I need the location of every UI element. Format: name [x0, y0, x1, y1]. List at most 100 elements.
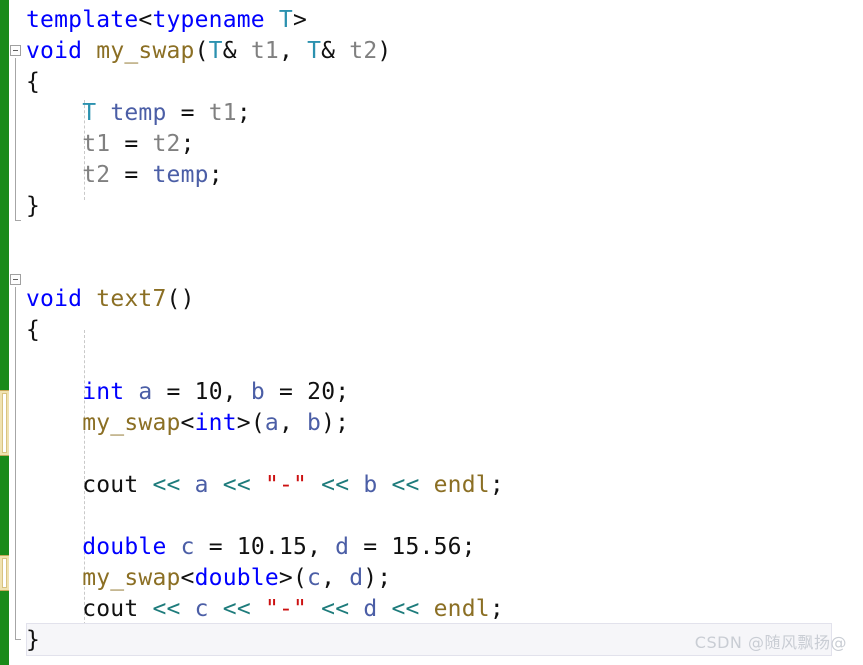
csdn-watermark: CSDN @随风飘扬@: [694, 633, 847, 652]
code-token-op: ;: [489, 472, 504, 498]
code-token-op: =: [166, 379, 181, 405]
code-token-op: &: [321, 38, 336, 64]
code-line[interactable]: void text7(): [0, 284, 195, 315]
code-line[interactable]: }: [0, 191, 40, 222]
code-token-brace: {: [26, 317, 41, 343]
code-line[interactable]: my_swap<int>(a, b);: [0, 408, 349, 439]
code-token-shift: <<: [321, 596, 350, 622]
code-token-loc: a: [138, 379, 153, 405]
code-line[interactable]: double c = 10.15, d = 15.56;: [0, 532, 476, 563]
code-token-kw: int: [82, 379, 125, 405]
code-token-op: ,: [278, 38, 308, 64]
code-token-kw: double: [82, 534, 167, 560]
code-token-shift: <<: [391, 472, 420, 498]
code-token-fn: my_swap: [82, 410, 181, 436]
code-token-plain: cout: [82, 596, 139, 622]
code-line[interactable]: cout << c << "-" << d << endl;: [0, 594, 504, 625]
code-line[interactable]: void my_swap(T& t1, T& t2): [0, 36, 391, 67]
code-token-shift: <<: [321, 472, 350, 498]
code-line[interactable]: [0, 253, 26, 284]
code-token-shift: <<: [222, 596, 251, 622]
code-token-op: <: [180, 410, 195, 436]
code-token-loc: temp: [152, 162, 209, 188]
code-token-loc: b: [250, 379, 265, 405]
code-token-plain: cout: [82, 472, 139, 498]
code-token-kw: typename: [152, 7, 265, 33]
code-token-op: ,: [278, 410, 308, 436]
code-token-op: ;: [335, 379, 350, 405]
code-token-op: ;: [180, 131, 195, 157]
code-token-type: T: [208, 38, 223, 64]
code-token-kw: void: [26, 286, 83, 312]
code-line[interactable]: int a = 10, b = 20;: [0, 377, 349, 408]
code-token-type: T: [278, 7, 293, 33]
code-line[interactable]: T temp = t1;: [0, 98, 251, 129]
code-line[interactable]: t1 = t2;: [0, 129, 195, 160]
code-token-op: ,: [321, 565, 350, 591]
code-token-op: (): [166, 286, 195, 312]
code-token-op: ;: [208, 162, 223, 188]
code-token-op: ,: [222, 379, 251, 405]
code-token-brace: }: [26, 193, 41, 219]
code-token-brace: {: [26, 69, 41, 95]
code-token-op: =: [208, 534, 223, 560]
code-token-id: t1: [82, 131, 111, 157]
code-line[interactable]: [0, 222, 26, 253]
code-token-fn: my_swap: [82, 565, 181, 591]
code-token-loc: c: [194, 596, 209, 622]
code-text-area[interactable]: template<typename T> void my_swap(T& t1, …: [0, 0, 863, 665]
code-token-loc: d: [349, 565, 364, 591]
code-token-op: ;: [461, 534, 476, 560]
code-token-type: T: [307, 38, 322, 64]
code-line[interactable]: [0, 346, 26, 377]
code-line[interactable]: [0, 501, 26, 532]
code-token-loc: b: [307, 410, 322, 436]
code-line[interactable]: {: [0, 67, 40, 98]
code-line[interactable]: t2 = temp;: [0, 160, 223, 191]
code-line[interactable]: {: [0, 315, 40, 346]
code-token-op: ;: [489, 596, 504, 622]
code-token-fn: my_swap: [96, 38, 195, 64]
code-line[interactable]: my_swap<double>(c, d);: [0, 563, 391, 594]
code-token-loc: b: [363, 472, 378, 498]
code-token-id: t1: [250, 38, 279, 64]
code-token-op: ,: [307, 534, 336, 560]
code-token-num: 15.56: [391, 534, 462, 560]
code-line[interactable]: }: [0, 625, 40, 656]
code-line[interactable]: cout << a << "-" << b << endl;: [0, 470, 504, 501]
code-line[interactable]: [0, 439, 26, 470]
code-token-loc: a: [264, 410, 279, 436]
code-editor-surface[interactable]: template<typename T> void my_swap(T& t1, …: [0, 0, 863, 665]
code-line[interactable]: template<typename T>: [0, 5, 307, 36]
code-token-id: t1: [208, 100, 237, 126]
code-token-num: 20: [307, 379, 336, 405]
code-token-op: <: [138, 7, 153, 33]
